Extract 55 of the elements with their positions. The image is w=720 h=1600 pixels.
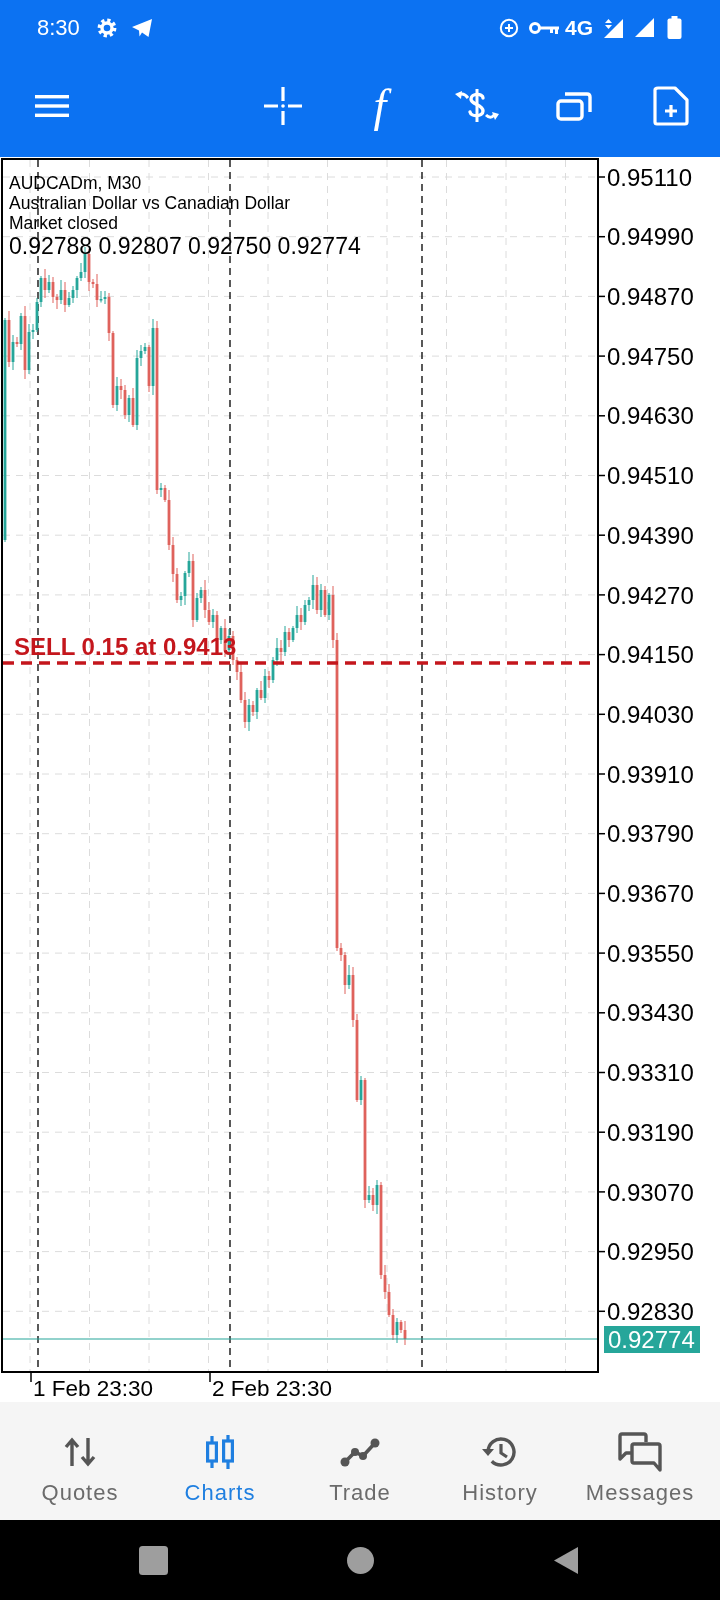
price-axis-label: 0.94510 (607, 462, 694, 490)
home-icon[interactable] (347, 1546, 374, 1574)
signal-arrows-icon (602, 16, 624, 39)
dollar-arrows-icon (454, 87, 500, 125)
price-axis-label: 0.93310 (607, 1059, 694, 1087)
price-axis-label: 0.92950 (607, 1238, 694, 1266)
function-button[interactable]: f (350, 76, 410, 136)
bottom-nav-tab[interactable]: Charts (150, 1402, 290, 1520)
price-axis-label: 0.94030 (607, 700, 694, 728)
bottom-nav-tab[interactable]: Trade (290, 1402, 430, 1520)
document-plus-icon (653, 86, 689, 126)
price-axis-label: 0.95110 (607, 163, 692, 191)
price-axis-label: 0.93910 (607, 760, 694, 788)
bottom-nav-tab[interactable]: History (430, 1402, 570, 1520)
ohlc-values: 0.92788 0.92807 0.92750 0.92774 (9, 233, 361, 259)
crosshair-icon (263, 86, 303, 126)
symbol-description: Australian Dollar vs Canadian Dollar (9, 193, 291, 213)
price-axis-label: 0.93070 (607, 1178, 694, 1206)
price-axis-label: 0.92830 (607, 1297, 694, 1325)
price-axis-label: 0.93190 (607, 1118, 694, 1146)
line-chart-icon (340, 1437, 380, 1467)
price-axis-label: 0.94630 (607, 402, 694, 430)
status-time: 8:30 (37, 16, 80, 39)
back-icon[interactable] (554, 1546, 578, 1574)
price-axis-label: 0.94150 (607, 641, 694, 669)
time-axis-label: 1 Feb 23:30 (33, 1376, 154, 1401)
overlapping-windows-icon (556, 91, 592, 121)
bottom-nav-tab[interactable]: Quotes (10, 1402, 150, 1520)
paper-plane-icon (130, 17, 153, 38)
candlestick-icon (203, 1435, 237, 1469)
clock-arrow-icon (481, 1434, 519, 1470)
recents-icon[interactable] (139, 1545, 168, 1575)
arrows-up-down-icon (63, 1436, 97, 1468)
battery-icon (667, 16, 682, 39)
price-axis-label: 0.94750 (607, 342, 694, 370)
time-axis-label: 2 Feb 23:30 (212, 1376, 333, 1401)
key-icon (529, 20, 559, 35)
bottom-nav-tab[interactable]: Messages (570, 1402, 710, 1520)
price-axis-label: 0.93430 (607, 999, 694, 1027)
menu-icon (35, 95, 69, 117)
price-axis-label: 0.94390 (607, 521, 694, 549)
price-axis-label: 0.94870 (607, 283, 694, 310)
chat-bubbles-icon (617, 1431, 663, 1473)
signal-icon (634, 17, 655, 38)
gear-icon (96, 17, 117, 38)
network-type: 4G (565, 17, 593, 38)
circle-plus-icon (499, 17, 519, 38)
price-axis-label: 0.93550 (607, 939, 694, 967)
price-axis-label: 0.94990 (607, 223, 694, 251)
current-price-tag: 0.92774 (604, 1326, 700, 1353)
price-axis-label: 0.94270 (607, 581, 694, 609)
market-status: Market closed (9, 213, 118, 233)
price-axis-label: 0.93670 (607, 880, 694, 907)
price-axis-label: 0.93790 (607, 820, 694, 848)
symbol-timeframe: AUDCADm, M30 (9, 173, 142, 193)
